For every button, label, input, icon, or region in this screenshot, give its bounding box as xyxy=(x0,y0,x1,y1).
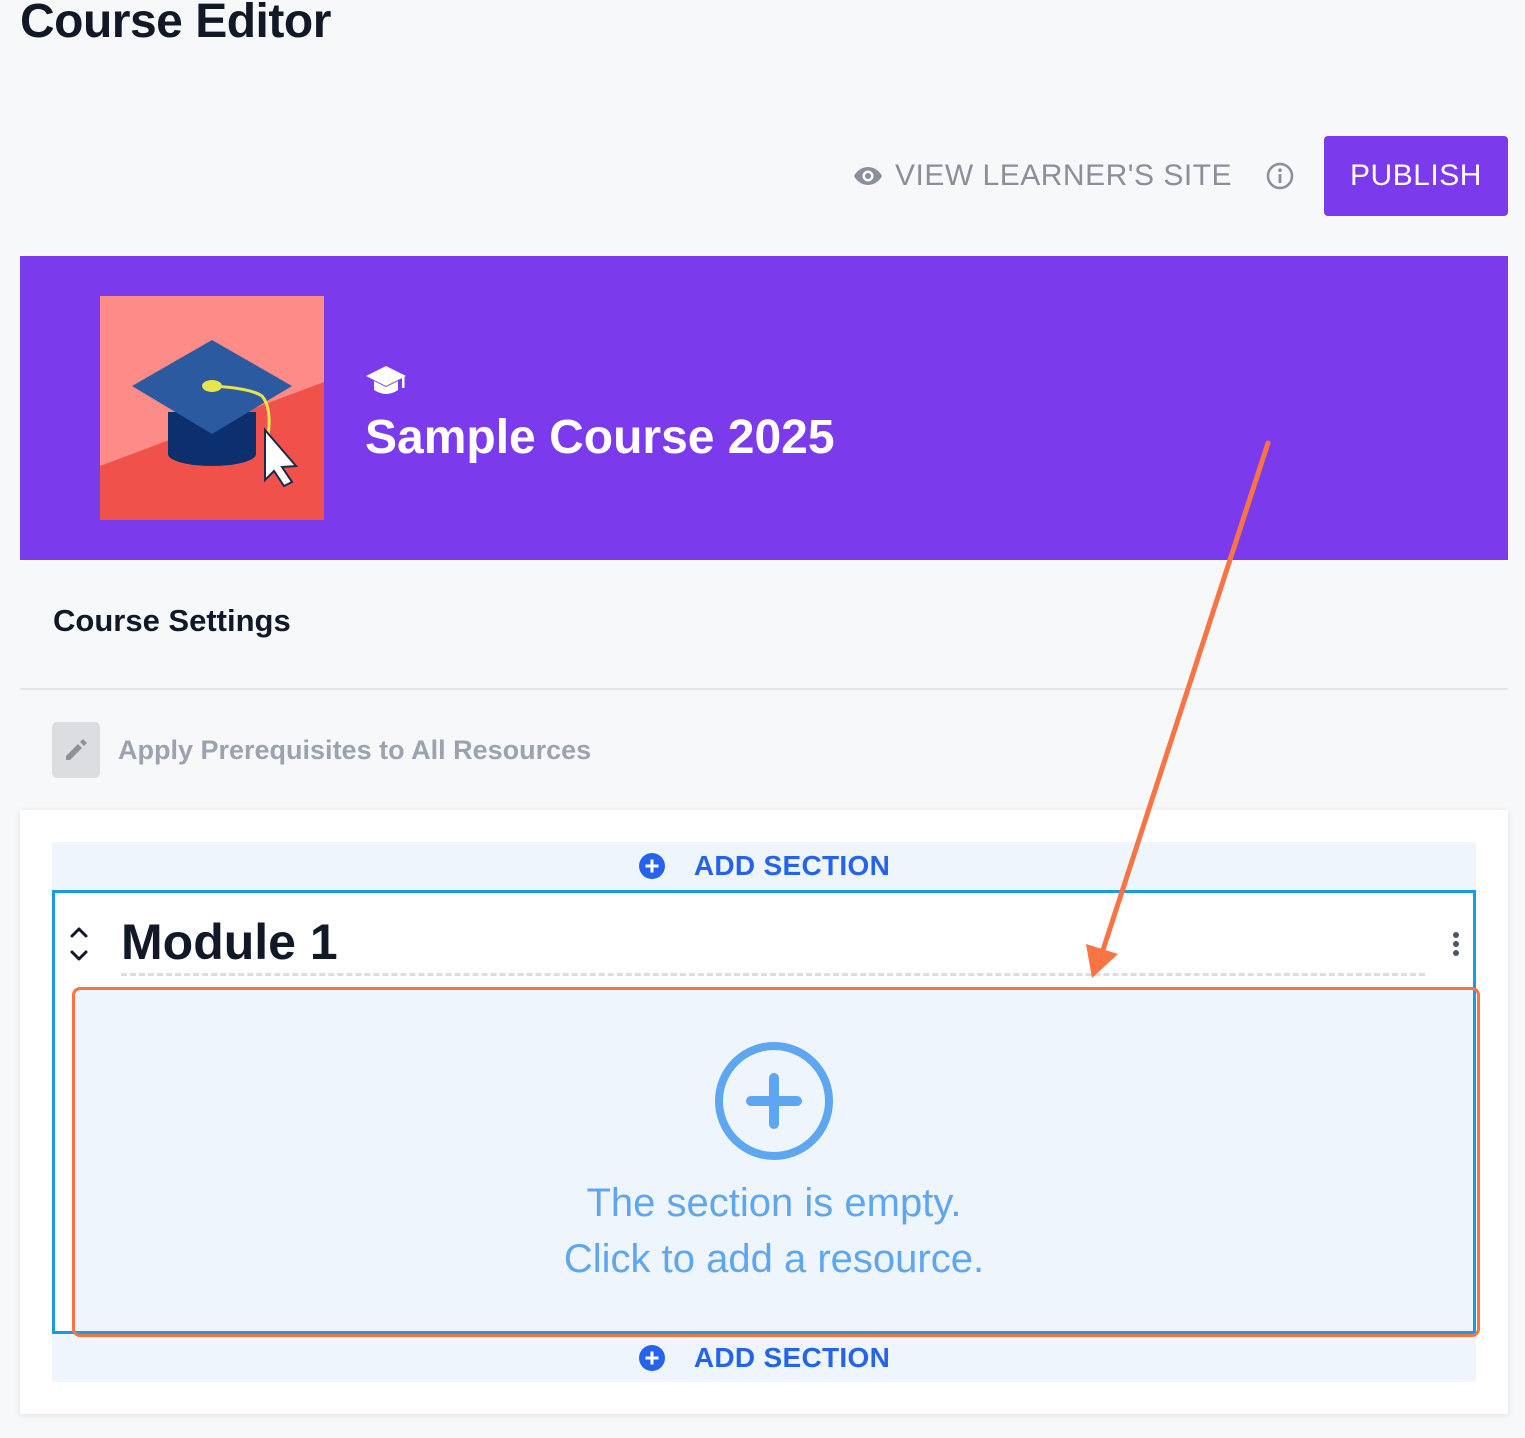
add-section-button-bottom[interactable]: ADD SECTION xyxy=(52,1334,1476,1382)
course-settings-heading[interactable]: Course Settings xyxy=(53,603,291,639)
graduation-cap-icon xyxy=(366,366,406,394)
toolbar: VIEW LEARNER'S SITE PUBLISH xyxy=(853,136,1508,216)
view-learners-site-link[interactable]: VIEW LEARNER'S SITE xyxy=(853,159,1232,193)
add-section-button-top[interactable]: ADD SECTION xyxy=(52,842,1476,890)
page-title: Course Editor xyxy=(20,0,331,48)
add-section-label: ADD SECTION xyxy=(693,1342,891,1373)
add-resource-area[interactable]: The section is empty. Click to add a res… xyxy=(75,989,1473,1331)
empty-section-line-1: The section is empty. xyxy=(586,1181,962,1225)
view-learners-site-label: VIEW LEARNER'S SITE xyxy=(895,159,1232,192)
divider xyxy=(20,688,1508,690)
eye-icon xyxy=(854,167,883,185)
module-section: Module 1 The section is empty. Click to … xyxy=(52,890,1476,1334)
publish-button[interactable]: PUBLISH xyxy=(1324,136,1508,216)
sections-card: ADD SECTION Module 1 The section is empt… xyxy=(20,810,1508,1414)
info-icon[interactable] xyxy=(1266,162,1294,190)
course-thumbnail[interactable] xyxy=(100,296,324,520)
course-title[interactable]: Sample Course 2025 xyxy=(365,410,835,465)
empty-section-line-2: Click to add a resource. xyxy=(563,1237,985,1281)
add-section-label: ADD SECTION xyxy=(693,850,891,881)
apply-prerequisites-button[interactable]: Apply Prerequisites to All Resources xyxy=(52,722,591,778)
module-title-underline xyxy=(121,973,1425,976)
plus-circle-icon xyxy=(638,1345,665,1371)
empty-section-message: The section is empty. Click to add a res… xyxy=(564,1175,984,1287)
more-options-icon[interactable] xyxy=(1451,931,1461,957)
module-title[interactable]: Module 1 xyxy=(121,913,338,971)
apply-prerequisites-label: Apply Prerequisites to All Resources xyxy=(118,734,592,765)
reorder-icon[interactable] xyxy=(69,925,89,963)
pencil-icon xyxy=(52,722,100,778)
plus-circle-icon xyxy=(638,853,665,879)
add-resource-icon xyxy=(715,1042,833,1160)
course-editor-page: Course Editor VIEW LEARNER'S SITE PUBLIS… xyxy=(0,0,1525,1438)
course-banner: Sample Course 2025 xyxy=(20,256,1508,560)
